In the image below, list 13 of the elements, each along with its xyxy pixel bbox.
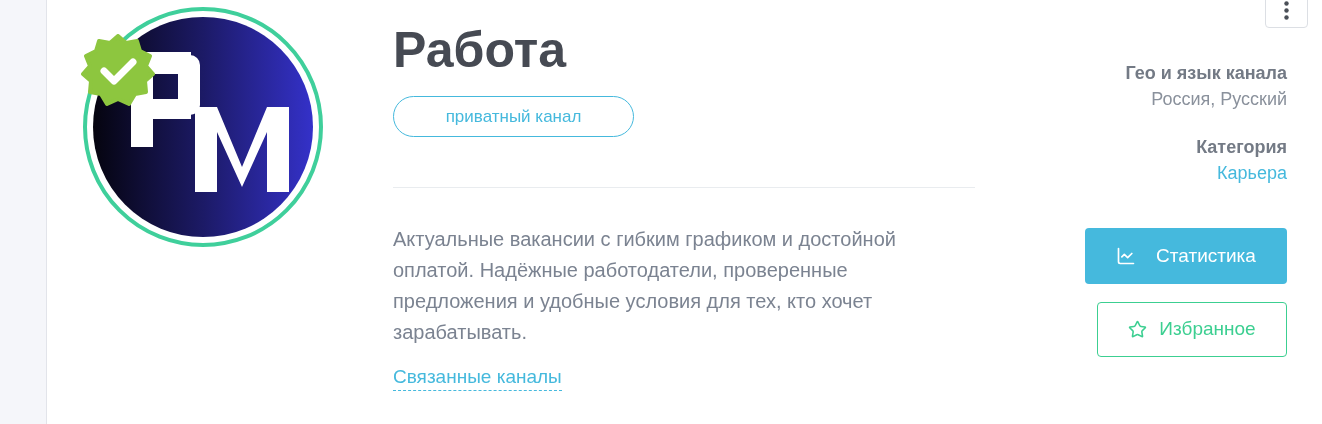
more-icon	[1284, 0, 1289, 20]
info-value: Россия, Русский	[1151, 88, 1287, 111]
related-channels-link[interactable]: Связанные каналы	[393, 364, 562, 391]
more-menu-button[interactable]	[1265, 0, 1308, 28]
channel-title: Работа	[393, 21, 566, 80]
info-label: Категория	[1196, 136, 1287, 159]
statistics-button[interactable]: Статистика	[1085, 228, 1287, 284]
info-label: Гео и язык канала	[1125, 62, 1287, 85]
channel-description: Актуальные вакансии с гибким графиком и достойной оплатой. Надёжные работодатели, проверенные предложения и удобные условия для тех, кто хочет зарабатывать.	[393, 227, 897, 345]
favorite-button[interactable]: Избранное	[1097, 302, 1287, 357]
star-icon	[1128, 320, 1148, 339]
category-link[interactable]: Карьера	[1217, 160, 1287, 186]
chart-icon	[1116, 246, 1137, 266]
